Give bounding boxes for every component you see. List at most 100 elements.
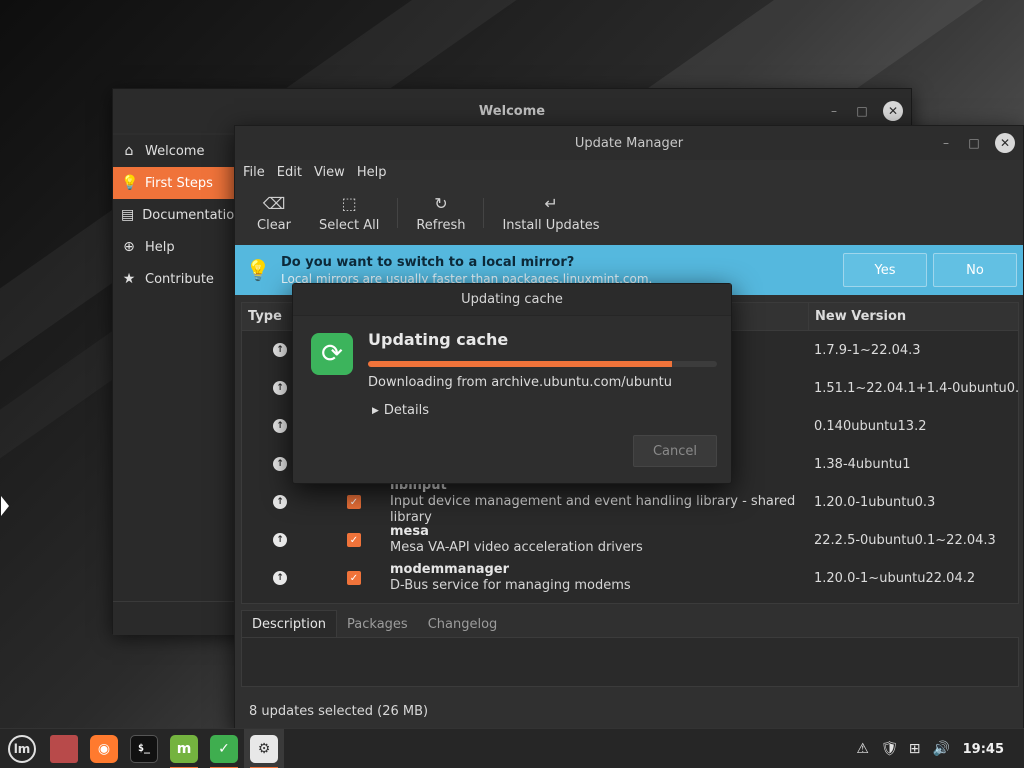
network-icon[interactable]: ⊞ [907,741,923,757]
progress-fill [368,361,672,367]
window-controls: – □ ✕ [939,126,1015,160]
tab-description[interactable]: Description [241,610,338,638]
row-checkbox[interactable]: ✓ [347,533,361,547]
launcher-security[interactable]: ✓ [204,729,244,768]
clear-label: Clear [257,217,291,233]
launcher-terminal[interactable]: $_ [124,729,164,768]
tab-packages[interactable]: Packages [337,611,418,638]
package-description: D-Bus service for managing modems [390,578,631,593]
minimize-button[interactable]: – [827,104,841,118]
row-check-cell: ✓ [318,495,390,509]
minimize-button[interactable]: – [939,136,953,150]
sidebar-item-label: First Steps [145,175,213,191]
upgrade-arrow-icon: ↑ [273,457,287,471]
table-row[interactable]: ↑ ✓ mesa Mesa VA-API video acceleration dri… [242,521,1018,559]
home-icon: ⌂ [124,143,134,159]
mirror-yes-button[interactable]: Yes [843,253,927,287]
upgrade-arrow-icon: ↑ [273,343,287,357]
shield-tray-icon[interactable]: 🛡 [881,741,899,757]
clock[interactable]: 19:45 [963,742,1004,757]
clear-icon: ⌫ [262,193,286,213]
tab-changelog[interactable]: Changelog [418,611,508,638]
launcher-files[interactable] [44,729,84,768]
star-icon: ★ [122,271,136,287]
mouse-cursor-icon [1,496,9,516]
launcher-firefox[interactable]: ◉ [84,729,124,768]
launcher-update-manager[interactable]: m [164,729,204,768]
dialog-titlebar[interactable]: Updating cache [293,284,731,316]
sidebar-footer [113,601,235,635]
expander-arrow-icon: ▶ [372,405,379,416]
menu-view[interactable]: View [308,165,351,180]
sidebar-item-label: Welcome [145,143,205,159]
refresh-icon: ↻ [434,193,448,213]
refresh-button[interactable]: ↻ Refresh [402,187,479,239]
detail-tabs: Description Packages Changelog [241,610,507,638]
select-all-button[interactable]: ⬚ Select All [305,187,393,239]
clear-button[interactable]: ⌫ Clear [243,187,305,239]
table-row[interactable]: ↑ ✓ modemmanager D-Bus service for managing… [242,559,1018,597]
row-package-cell: mesa Mesa VA-API video acceleration drive… [390,524,808,556]
lifebuoy-icon: ⊕ [123,239,135,255]
settings-icon: ⚙ [250,734,278,763]
select-all-label: Select All [319,217,380,233]
toolbar-separator [483,198,485,228]
details-expander[interactable]: ▶ Details [372,403,429,418]
window-title: Update Manager [574,135,684,151]
upgrade-arrow-icon: ↑ [273,533,287,547]
terminal-icon: $_ [130,734,158,763]
row-checkbox[interactable]: ✓ [347,571,361,585]
description-panel [241,637,1019,687]
toolbar-separator [397,198,399,228]
start-menu-button[interactable]: lm [0,729,44,768]
row-check-cell: ✓ [318,571,390,585]
package-version: 1.20.0-1~ubuntu22.04.2 [814,570,976,586]
row-type-cell: ↑ [242,571,318,585]
sidebar-item-first-steps[interactable]: 💡 First Steps [113,167,235,199]
welcome-sidebar: ⌂ Welcome 💡 First Steps ▤ Documentation … [113,135,242,635]
menu-edit[interactable]: Edit [271,165,308,180]
cancel-button[interactable]: Cancel [633,435,717,467]
close-button[interactable]: ✕ [883,101,903,121]
install-updates-label: Install Updates [502,217,600,233]
row-package-cell: libinput Input device management and even… [390,478,808,526]
dialog-heading: Updating cache [368,330,509,349]
select-all-icon: ⬚ [341,193,357,213]
download-status: Downloading from archive.ubuntu.com/ubun… [368,375,672,390]
refresh-icon: ⟳ [311,333,353,375]
table-row[interactable]: ↑ ✓ libinput Input device management and ev… [242,478,1018,525]
update-manager-titlebar[interactable]: Update Manager – □ ✕ [235,126,1023,160]
menu-help[interactable]: Help [351,165,393,180]
sidebar-item-documentation[interactable]: ▤ Documentation [113,199,242,231]
taskbar: lm ◉ $_ m ✓ ⚙ ⚠ 🛡 ⊞ 🔊 19:45 [0,728,1024,768]
maximize-button[interactable]: □ [855,104,869,118]
status-text: 8 updates selected (26 MB) [249,704,429,719]
shield-icon: ✓ [210,734,238,763]
mirror-no-button[interactable]: No [933,253,1017,287]
sidebar-item-welcome[interactable]: ⌂ Welcome [113,135,235,167]
upgrade-arrow-icon: ↑ [273,571,287,585]
launcher-settings[interactable]: ⚙ [244,728,284,768]
notification-icon[interactable]: ⚠ [855,741,871,757]
column-header-new-version[interactable]: New Version [808,303,1018,330]
row-type-cell: ↑ [242,533,318,547]
sidebar-item-contribute[interactable]: ★ Contribute [113,263,235,295]
row-checkbox[interactable]: ✓ [347,495,361,509]
volume-icon[interactable]: 🔊 [933,741,950,757]
close-button[interactable]: ✕ [995,133,1015,153]
maximize-button[interactable]: □ [967,136,981,150]
refresh-label: Refresh [416,217,466,233]
menu-bar: File Edit View Help [235,160,1023,184]
package-name: modemmanager [390,562,510,577]
sidebar-item-help[interactable]: ⊕ Help [113,231,235,263]
package-version: 1.51.1~22.04.1+1.4-0ubuntu0.1 [814,380,1019,396]
package-version: 0.140ubuntu13.2 [814,418,927,434]
package-version: 1.7.9-1~22.04.3 [814,342,921,358]
upgrade-arrow-icon: ↑ [273,495,287,509]
menu-file[interactable]: File [237,165,271,180]
package-version: 22.2.5-0ubuntu0.1~22.04.3 [814,532,996,548]
install-updates-button[interactable]: ↵ Install Updates [488,187,613,239]
upgrade-arrow-icon: ↑ [273,419,287,433]
upgrade-arrow-icon: ↑ [273,381,287,395]
window-title: Welcome [478,103,546,119]
